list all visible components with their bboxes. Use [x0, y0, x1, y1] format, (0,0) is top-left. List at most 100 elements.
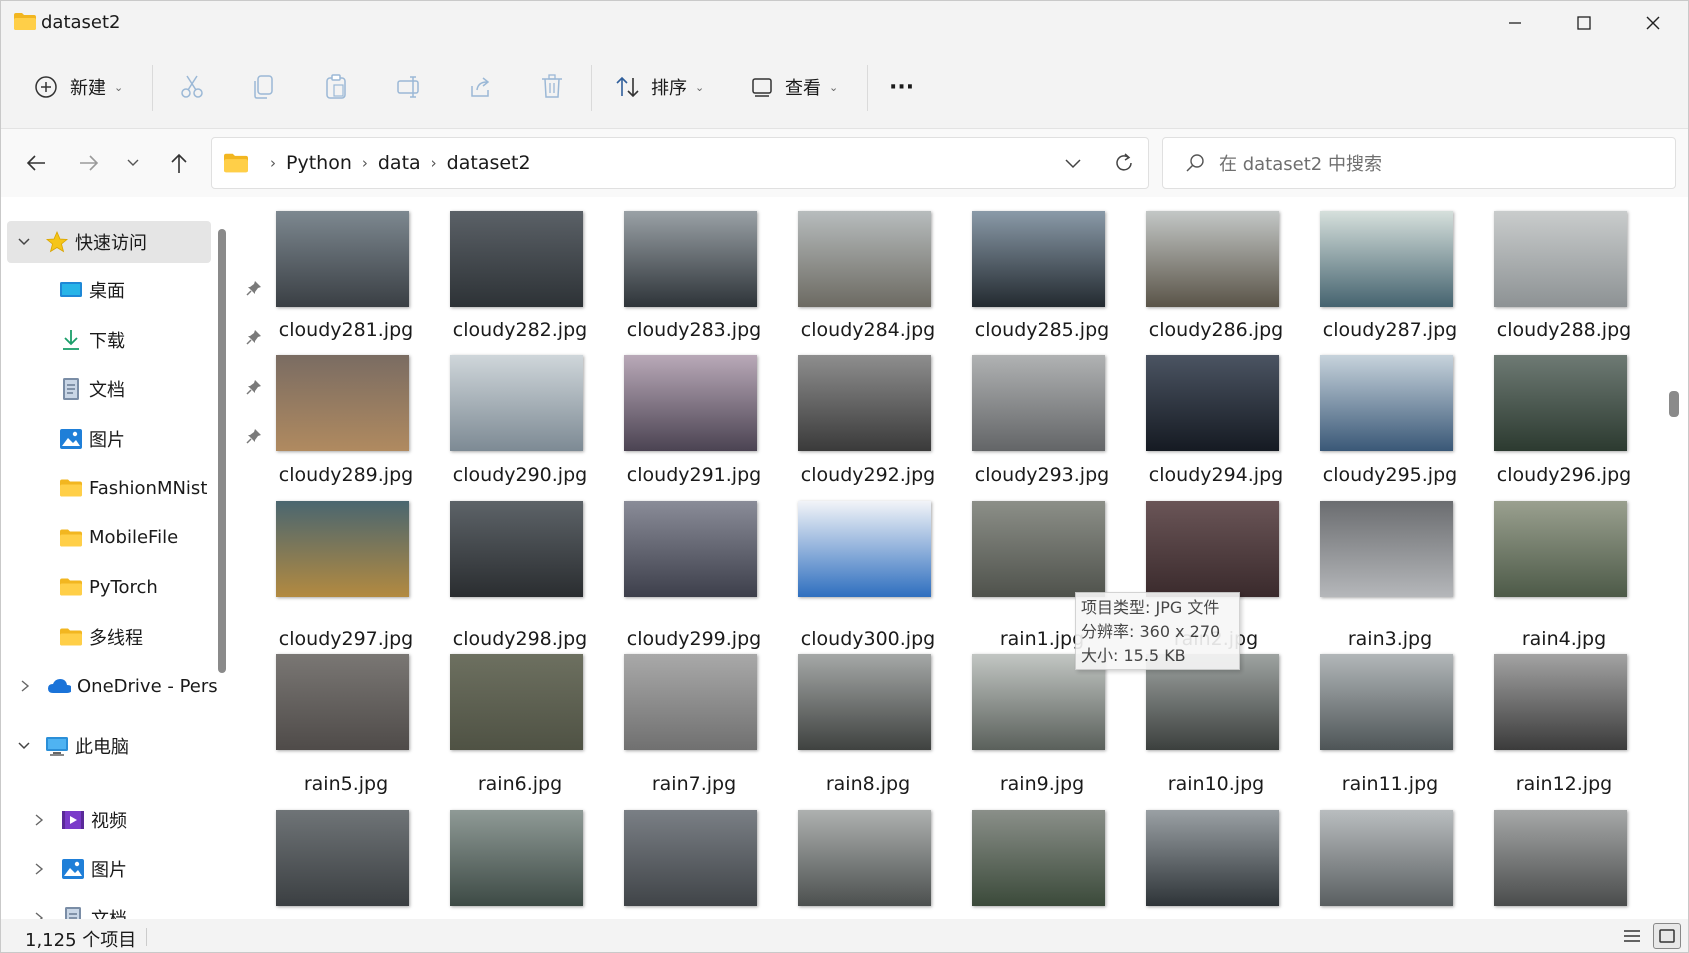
sidebar-item-mobilefile[interactable]: MobileFile: [59, 516, 219, 560]
sidebar-item-pc-0[interactable]: 视频: [33, 798, 127, 842]
file-thumbnail[interactable]: [1494, 211, 1627, 307]
file-thumbnail[interactable]: [1494, 501, 1627, 597]
file-thumbnail[interactable]: [972, 211, 1105, 307]
paste-button[interactable]: [324, 67, 348, 107]
file-thumbnail[interactable]: [276, 810, 409, 906]
large-icons-view-button[interactable]: [1653, 923, 1681, 949]
paste-icon: [326, 74, 346, 99]
sidebar-scrollbar[interactable]: [218, 229, 226, 673]
sidebar-item-label: 快速访问: [75, 233, 147, 254]
maximize-button[interactable]: [1549, 1, 1619, 45]
file-thumbnail[interactable]: [276, 355, 409, 451]
sidebar-item-this-pc[interactable]: 此电脑: [17, 724, 129, 768]
file-thumbnail[interactable]: [624, 810, 757, 906]
file-thumbnail[interactable]: [1320, 654, 1453, 750]
breadcrumb-data[interactable]: data: [378, 152, 421, 174]
breadcrumb-python[interactable]: Python: [286, 152, 352, 174]
file-thumbnail[interactable]: [972, 501, 1105, 597]
file-grid-area: cloudy281.jpg cloudy282.jpg cloudy283.jpg c…: [233, 197, 1675, 919]
file-thumbnail[interactable]: [1320, 501, 1453, 597]
file-thumbnail[interactable]: [1494, 654, 1627, 750]
file-thumbnail[interactable]: [798, 355, 931, 451]
address-bar[interactable]: › Python › data › dataset2: [211, 137, 1149, 189]
file-name: cloudy288.jpg: [1496, 319, 1632, 341]
sidebar-item-label: 文档: [89, 380, 125, 401]
back-button[interactable]: [18, 145, 54, 181]
sidebar-item-label: 图片: [91, 860, 127, 881]
arrow-up-icon: [171, 153, 187, 173]
details-view-button[interactable]: [1618, 923, 1646, 949]
file-thumbnail[interactable]: [972, 810, 1105, 906]
file-thumbnail[interactable]: [624, 501, 757, 597]
sidebar-item-多线程[interactable]: 多线程: [59, 615, 219, 659]
delete-button[interactable]: [540, 67, 564, 107]
file-name: cloudy296.jpg: [1496, 464, 1632, 486]
file-thumbnail[interactable]: [450, 654, 583, 750]
file-thumbnail[interactable]: [798, 501, 931, 597]
sidebar-item-pytorch[interactable]: PyTorch: [59, 565, 219, 609]
chevron-down-icon: [127, 159, 139, 166]
file-thumbnail[interactable]: [276, 654, 409, 750]
file-thumbnail[interactable]: [624, 211, 757, 307]
file-thumbnail[interactable]: [1494, 355, 1627, 451]
share-button[interactable]: [468, 67, 494, 107]
file-name: cloudy299.jpg: [626, 628, 762, 650]
file-thumbnail[interactable]: [450, 501, 583, 597]
close-button[interactable]: [1618, 1, 1688, 45]
more-options-button[interactable]: ···: [889, 67, 914, 107]
file-name: cloudy285.jpg: [974, 319, 1110, 341]
file-thumbnail[interactable]: [1146, 810, 1279, 906]
file-thumbnail[interactable]: [1146, 211, 1279, 307]
refresh-icon[interactable]: [1113, 152, 1135, 174]
cut-button[interactable]: [179, 67, 205, 107]
address-history-dropdown-icon[interactable]: [1064, 158, 1082, 170]
sort-button[interactable]: 排序 ⌄: [615, 67, 704, 107]
cloud-icon: [47, 674, 71, 698]
file-thumbnail[interactable]: [1320, 355, 1453, 451]
up-button[interactable]: [161, 145, 197, 181]
sidebar-item-文档[interactable]: 文档: [59, 367, 261, 411]
file-thumbnail[interactable]: [798, 654, 931, 750]
file-thumbnail[interactable]: [450, 211, 583, 307]
file-thumbnail[interactable]: [972, 355, 1105, 451]
close-icon: [1646, 16, 1660, 30]
recent-locations-button[interactable]: [115, 145, 151, 181]
file-thumbnail[interactable]: [798, 810, 931, 906]
file-thumbnail[interactable]: [624, 355, 757, 451]
content-scrollbar[interactable]: [1669, 391, 1679, 417]
arrow-right-icon: [80, 155, 99, 171]
file-thumbnail[interactable]: [1146, 355, 1279, 451]
document-icon: [59, 377, 83, 401]
search-box[interactable]: 在 dataset2 中搜索: [1162, 137, 1676, 189]
file-thumbnail[interactable]: [624, 654, 757, 750]
file-thumbnail[interactable]: [1320, 810, 1453, 906]
sidebar-item-pc-1[interactable]: 图片: [33, 847, 127, 891]
breadcrumb-dataset2[interactable]: dataset2: [447, 152, 531, 174]
file-thumbnail[interactable]: [1494, 810, 1627, 906]
minimize-icon: [1509, 22, 1521, 24]
file-thumbnail[interactable]: [276, 501, 409, 597]
sidebar-item-onedrive[interactable]: OneDrive - Pers: [17, 664, 218, 708]
file-thumbnail[interactable]: [798, 211, 931, 307]
file-name: cloudy286.jpg: [1148, 319, 1284, 341]
minimize-button[interactable]: [1480, 1, 1550, 45]
file-thumbnail[interactable]: [450, 810, 583, 906]
file-thumbnail[interactable]: [1320, 211, 1453, 307]
sidebar-item-fashionmnist[interactable]: FashionMNist: [59, 466, 219, 510]
view-button[interactable]: 查看 ⌄: [751, 67, 838, 107]
new-button[interactable]: 新建 ⌄: [34, 67, 123, 107]
rename-icon: [397, 76, 419, 98]
file-thumbnail[interactable]: [450, 355, 583, 451]
file-thumbnail[interactable]: [1146, 501, 1279, 597]
divider: [867, 65, 868, 111]
sidebar-item-图片[interactable]: 图片: [59, 417, 261, 461]
search-placeholder: 在 dataset2 中搜索: [1219, 154, 1382, 175]
sidebar-item-下载[interactable]: 下载: [59, 318, 261, 362]
copy-button[interactable]: [252, 67, 276, 107]
forward-button[interactable]: [71, 145, 107, 181]
file-thumbnail[interactable]: [276, 211, 409, 307]
rename-button[interactable]: [396, 67, 422, 107]
file-name: cloudy281.jpg: [278, 319, 414, 341]
sidebar-item-桌面[interactable]: 桌面: [59, 268, 261, 312]
sidebar-item-quick-access[interactable]: 快速访问: [17, 220, 147, 264]
